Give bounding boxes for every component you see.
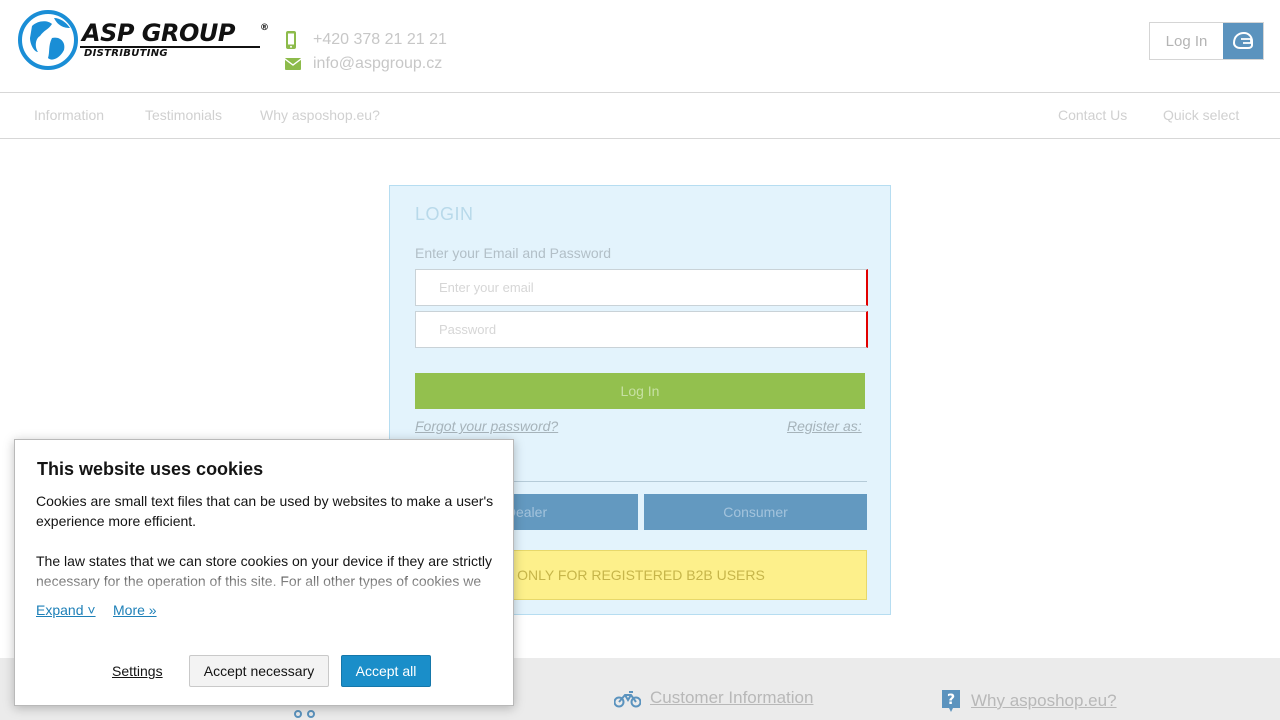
logo[interactable]: ASP GROUP ® DISTRIBUTING: [18, 8, 270, 72]
header: ASP GROUP ® DISTRIBUTING +420 378 21 21 …: [0, 0, 1280, 93]
envelope-icon: [285, 58, 313, 70]
nav-contact-us[interactable]: Contact Us: [1058, 107, 1127, 123]
customer-information-label: Customer Information: [650, 688, 814, 707]
nav-testimonials[interactable]: Testimonials: [145, 107, 222, 123]
cookie-expand-link[interactable]: Expand ˅: [36, 602, 96, 618]
accept-necessary-button[interactable]: Accept necessary: [189, 655, 329, 687]
email-input[interactable]: [415, 269, 868, 306]
why-asposhop-link[interactable]: ? Why asposhop.eu?: [940, 688, 1117, 714]
phone-number[interactable]: +420 378 21 21 21: [313, 31, 447, 49]
phone-row: +420 378 21 21 21: [285, 28, 447, 52]
customer-information-link[interactable]: Customer Information: [614, 688, 813, 708]
globe-icon: [18, 10, 78, 70]
login-title: LOGIN: [415, 204, 474, 224]
svg-text:?: ?: [947, 692, 955, 708]
logo-subtitle: DISTRIBUTING: [84, 48, 168, 59]
phone-icon: [285, 30, 313, 50]
nav-why-asposhop[interactable]: Why asposhop.eu?: [260, 107, 380, 123]
password-input[interactable]: [415, 311, 868, 348]
nav-information[interactable]: Information: [34, 107, 104, 123]
register-as-link[interactable]: Register as:: [787, 418, 862, 434]
forgot-password-link[interactable]: Forgot your password?: [415, 418, 558, 434]
cart-icon: [294, 710, 315, 718]
header-login-button[interactable]: Log In: [1149, 22, 1264, 60]
register-consumer-button[interactable]: Consumer: [644, 494, 867, 530]
cookie-body-fade: [36, 566, 500, 592]
helmet-icon: [1223, 23, 1263, 59]
email-row: info@aspgroup.cz: [285, 52, 447, 76]
logo-registered-mark: ®: [260, 23, 269, 33]
logo-text: ASP GROUP: [82, 19, 235, 47]
email-address[interactable]: info@aspgroup.cz: [313, 55, 442, 73]
cookie-paragraph: Cookies are small text files that can be…: [36, 493, 494, 529]
cookie-more-link[interactable]: More »: [113, 602, 157, 618]
cookie-settings-link[interactable]: Settings: [112, 663, 163, 679]
login-subtitle: Enter your Email and Password: [415, 245, 612, 261]
contact-info: +420 378 21 21 21 info@aspgroup.cz: [285, 28, 447, 76]
cookie-consent-dialog: This website uses cookies Cookies are sm…: [14, 439, 514, 706]
nav-quick-select[interactable]: Quick select: [1163, 107, 1239, 123]
motorcycle-icon: [614, 688, 641, 708]
login-submit-button[interactable]: Log In: [415, 373, 865, 409]
why-asposhop-label: Why asposhop.eu?: [971, 691, 1117, 710]
main-nav: Information Testimonials Why asposhop.eu…: [0, 94, 1280, 139]
cookie-title: This website uses cookies: [37, 459, 264, 479]
header-login-label: Log In: [1165, 32, 1208, 50]
accept-all-button[interactable]: Accept all: [341, 655, 431, 687]
help-icon: ?: [940, 688, 962, 714]
